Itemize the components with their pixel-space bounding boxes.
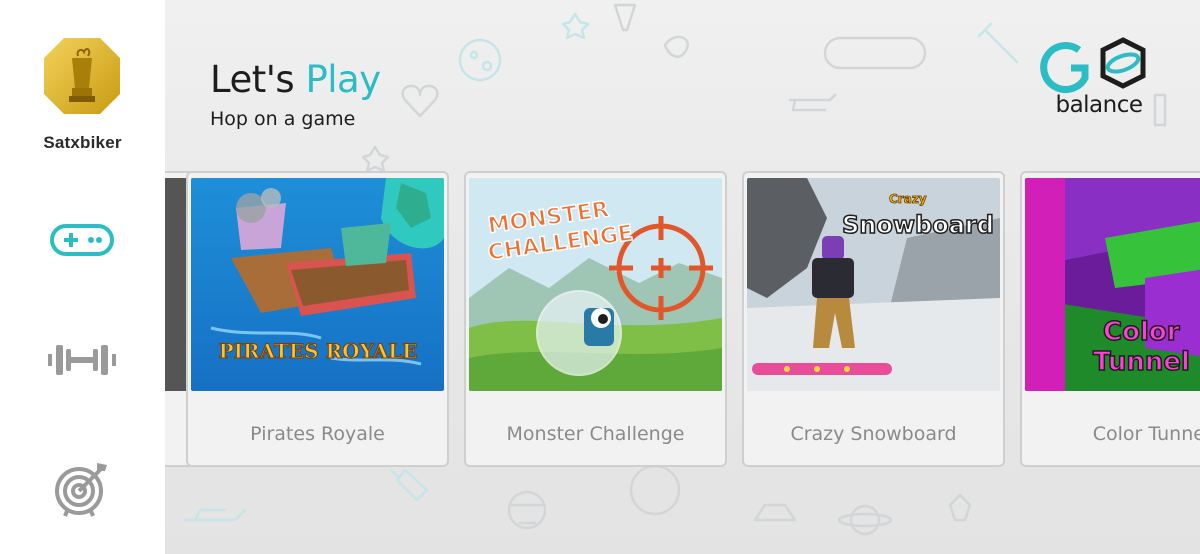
main-content: Let's Play Hop on a game balance PIRATES… <box>165 0 1200 554</box>
color-tunnel-art-icon: Color Tunnel <box>1025 178 1200 391</box>
game-card-monster-challenge[interactable]: MONSTER CHALLENGE Monster Challenge <box>464 171 727 467</box>
dumbbell-icon <box>48 345 116 375</box>
game-card-art: PIRATES ROYALE <box>191 178 444 391</box>
game-card-color-tunnel[interactable]: Color Tunnel Color Tunnel <box>1020 171 1200 467</box>
game-card-title: Monster Challenge <box>506 423 685 445</box>
nav-goals-button[interactable] <box>42 458 122 518</box>
color-tunnel-art-text-2: Tunnel <box>1093 347 1190 377</box>
gamepad-icon <box>50 224 114 256</box>
nav-games-button[interactable] <box>42 210 122 270</box>
crazy-snowboard-art-text-1: Crazy <box>889 192 927 206</box>
page-title: Let's Play <box>210 58 381 101</box>
page-title-prefix: Let's <box>210 58 295 101</box>
game-card-title: Color Tunnel <box>1092 423 1200 445</box>
username: Satxbiker <box>43 133 122 152</box>
sidebar: Satxbiker <box>0 0 165 554</box>
crazy-snowboard-art-icon: Crazy Snowboard <box>747 178 1000 391</box>
brand-logo-text: balance <box>1055 92 1143 118</box>
game-card-art: MONSTER CHALLENGE <box>469 178 722 391</box>
nav-fitness-button[interactable] <box>42 330 122 390</box>
game-card-title: Crazy Snowboard <box>790 423 957 445</box>
game-card-title: Pirates Royale <box>250 423 385 445</box>
target-icon <box>55 463 107 517</box>
pirates-royale-art-text: PIRATES ROYALE <box>219 339 418 363</box>
trophy-avatar-icon <box>44 38 120 114</box>
avatar[interactable] <box>42 36 122 116</box>
game-card-pirates-royale[interactable]: PIRATES ROYALE Pirates Royale <box>186 171 449 467</box>
game-card-crazy-snowboard[interactable]: Crazy Snowboard Crazy Snowboard <box>742 171 1005 467</box>
monster-challenge-art-icon: MONSTER CHALLENGE <box>469 178 722 391</box>
page-subtitle: Hop on a game <box>210 108 356 130</box>
game-card-art: Color Tunnel <box>1025 178 1200 391</box>
game-card-art: Crazy Snowboard <box>747 178 1000 391</box>
pirates-royale-art-icon: PIRATES ROYALE <box>191 178 444 391</box>
crazy-snowboard-art-text-2: Snowboard <box>842 211 994 239</box>
color-tunnel-art-text-1: Color <box>1103 317 1180 347</box>
page-title-accent: Play <box>305 58 381 101</box>
